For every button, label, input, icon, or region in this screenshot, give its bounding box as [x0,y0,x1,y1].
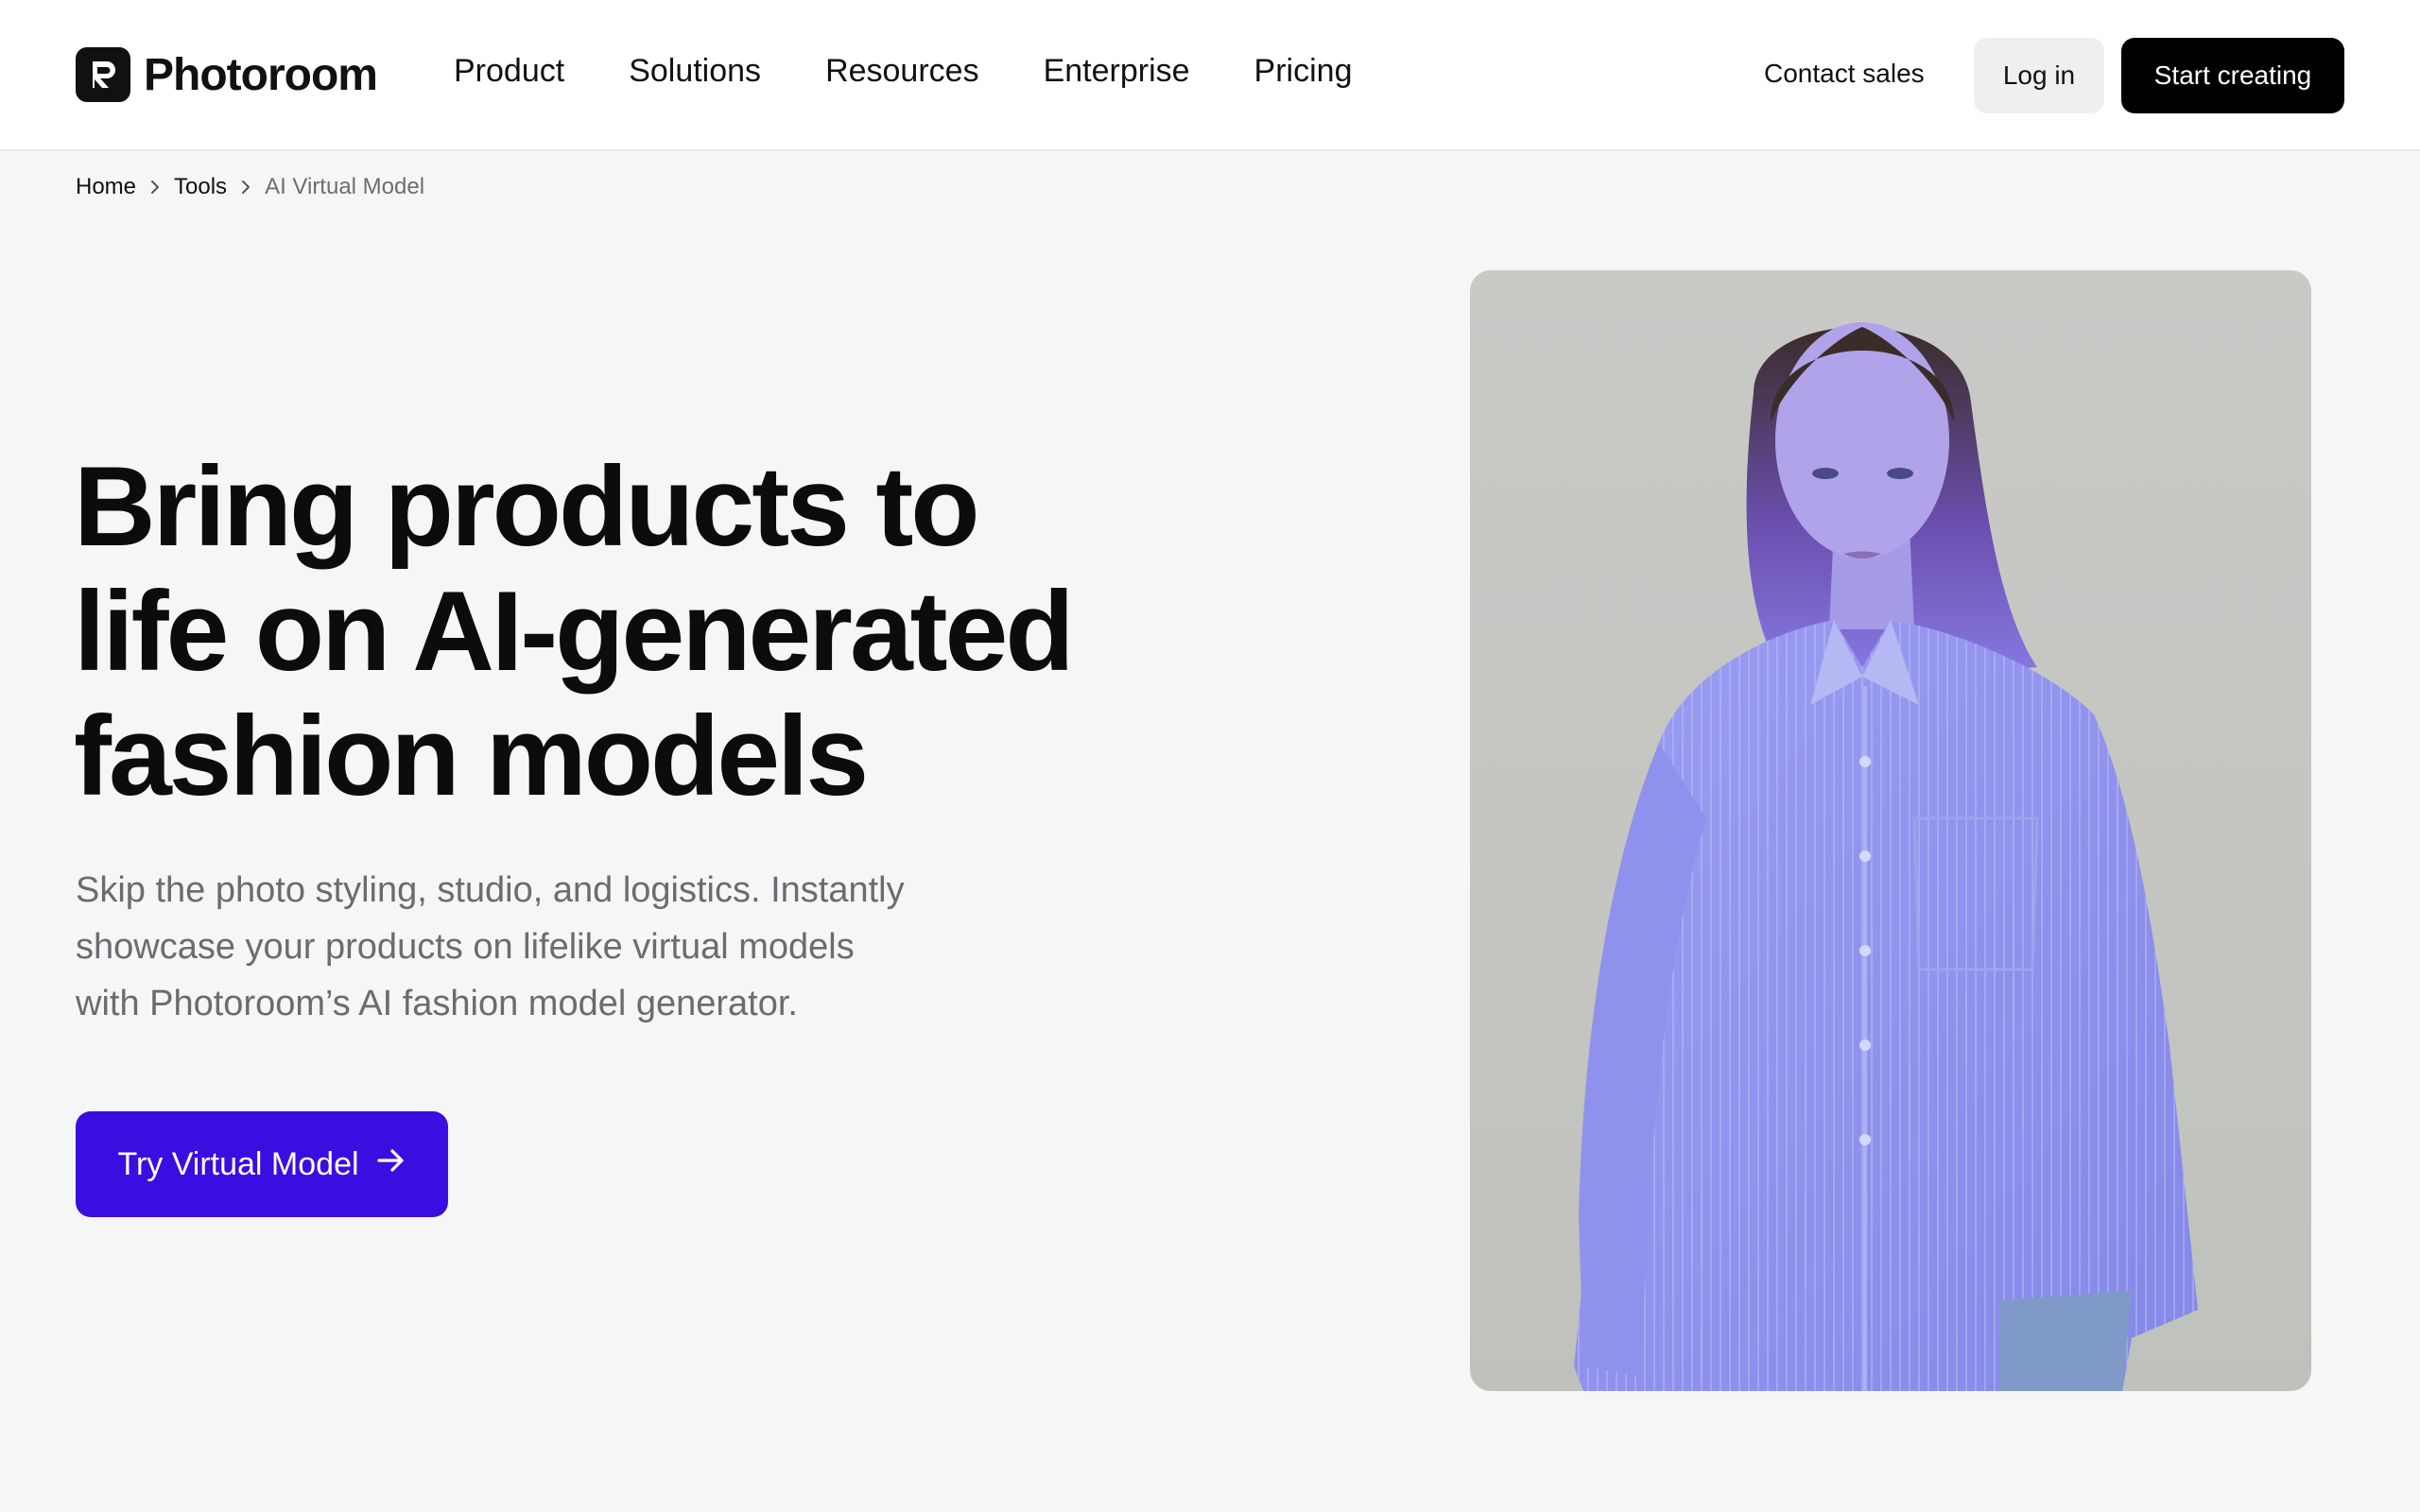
hero-subtitle-line: with Photoroom’s AI fashion model genera… [76,984,798,1023]
site-header: Photoroom Product Solutions Resources En… [0,0,2420,151]
start-creating-button[interactable]: Start creating [2121,38,2344,113]
nav-item-resources[interactable]: Resources [825,53,979,90]
contact-sales-link[interactable]: Contact sales [1764,59,1925,89]
photoroom-logo-icon [76,47,130,102]
nav-item-solutions[interactable]: Solutions [629,53,761,90]
main-nav: Product Solutions Resources Enterprise P… [454,53,1416,90]
cta-label: Try Virtual Model [117,1145,359,1182]
nav-item-product[interactable]: Product [454,53,564,90]
try-virtual-model-button[interactable]: Try Virtual Model [76,1111,448,1217]
breadcrumb: Home Tools AI Virtual Model [76,174,424,200]
brand-name: Photoroom [144,49,378,100]
hero-subtitle-line: showcase your products on lifelike virtu… [76,927,855,967]
hero-title-line: life on AI-generated [74,568,1075,695]
hero-title-line: fashion models [74,693,869,819]
nav-item-enterprise[interactable]: Enterprise [1044,53,1190,90]
virtual-model-image [1470,270,2311,1391]
brand-logo[interactable]: Photoroom [76,47,378,102]
breadcrumb-current: AI Virtual Model [265,174,425,199]
hero-subtitle-line: Skip the photo styling, studio, and logi… [76,870,905,910]
hero-title: Bring products to life on AI-generated f… [74,444,1208,818]
hero-subtitle: Skip the photo styling, studio, and logi… [76,862,1002,1032]
arrow-right-icon [376,1146,406,1183]
log-in-button[interactable]: Log in [1974,38,2104,113]
breadcrumb-tools[interactable]: Tools [174,174,227,200]
chevron-right-icon [240,179,251,196]
breadcrumb-home[interactable]: Home [76,174,136,200]
hero-title-line: Bring products to [74,443,980,570]
chevron-right-icon [149,179,161,196]
nav-item-pricing[interactable]: Pricing [1254,53,1353,90]
